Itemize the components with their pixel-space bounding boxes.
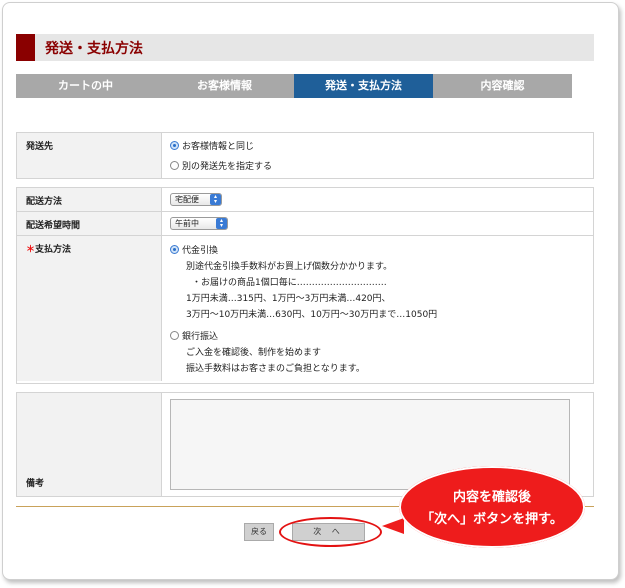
- callout-line-1: 内容を確認後: [452, 490, 531, 505]
- delivery-method-select[interactable]: 宅配便 ▴ ▾: [170, 193, 222, 206]
- payment-method-label: ＊支払方法: [17, 236, 162, 381]
- instruction-callout: 内容を確認後 「次へ」ボタンを押す。: [399, 466, 585, 548]
- cod-note-4: 3万円～10万円未満…630円、10万円～30万円まで…1050円: [186, 310, 438, 320]
- required-mark: ＊: [26, 245, 36, 255]
- option-same-as-customer[interactable]: お客様情報と同じ: [170, 139, 593, 159]
- step-shipping-payment: 発送・支払方法: [294, 74, 433, 98]
- bank-note-1: ご入金を確認後、制作を始めます: [186, 348, 322, 358]
- radio-bank-transfer[interactable]: [170, 331, 179, 340]
- payment-method-label-text: 支払方法: [35, 245, 72, 255]
- delivery-method-row: 配送方法 宅配便 ▴ ▾: [17, 188, 593, 212]
- option-other-address-label: 別の発送先を指定する: [182, 162, 273, 172]
- payment-bank-label: 銀行振込: [182, 332, 219, 342]
- step-confirm: 内容確認: [433, 74, 572, 98]
- radio-other-address[interactable]: [170, 161, 179, 170]
- callout-line-2: 「次へ」ボタンを押す。: [421, 512, 563, 527]
- delivery-time-label: 配送希望時間: [17, 212, 162, 235]
- back-button[interactable]: 戻る: [244, 523, 274, 541]
- checkout-steps: カートの中 お客様情報 発送・支払方法 内容確認: [16, 74, 572, 98]
- delivery-time-select[interactable]: 午前中 ▴ ▾: [170, 217, 228, 230]
- cod-note-2: ・お届けの商品1個口毎に…………………………: [192, 278, 387, 288]
- remarks-label: 備考: [17, 393, 162, 496]
- payment-cod-option[interactable]: 代金引換: [170, 243, 593, 259]
- title-marker: [16, 34, 35, 61]
- delivery-payment-section: 配送方法 宅配便 ▴ ▾ 配送希望時間 午前中 ▴ ▾ ＊支払方法 代金引換 別途代…: [16, 187, 594, 384]
- delivery-time-value: 午前中: [175, 219, 199, 228]
- payment-bank-option[interactable]: 銀行振込: [170, 329, 593, 345]
- cod-note-3: 1万円未満…315円、1万円～3万円未満…420円、: [186, 294, 391, 304]
- option-other-address[interactable]: 別の発送先を指定する: [170, 159, 593, 172]
- shipping-destination-row: 発送先 お客様情報と同じ 別の発送先を指定する: [17, 133, 593, 178]
- shipping-destination-label: 発送先: [17, 133, 162, 178]
- payment-method-row: ＊支払方法 代金引換 別途代金引換手数料がお買上げ個数分かかります。 ・お届けの…: [17, 236, 593, 381]
- next-button-highlight-ring: [279, 517, 382, 547]
- delivery-method-label: 配送方法: [17, 188, 162, 211]
- shipping-destination-section: 発送先 お客様情報と同じ 別の発送先を指定する: [16, 132, 594, 179]
- bank-note-2: 振込手数料はお客さまのご負担となります。: [186, 364, 365, 374]
- cod-note-1: 別途代金引換手数料がお買上げ個数分かかります。: [186, 262, 393, 272]
- page-title-text: 発送・支払方法: [45, 41, 143, 57]
- radio-same-as-customer[interactable]: [170, 141, 179, 150]
- step-customer-info: お客様情報: [155, 74, 294, 98]
- payment-cod-label: 代金引換: [182, 246, 219, 256]
- option-same-as-customer-label: お客様情報と同じ: [182, 142, 255, 152]
- select-arrows-icon: ▴ ▾: [210, 194, 221, 205]
- delivery-method-value: 宅配便: [175, 195, 199, 204]
- delivery-time-row: 配送希望時間 午前中 ▴ ▾: [17, 212, 593, 236]
- page-title: 発送・支払方法: [16, 34, 594, 61]
- select-arrows-icon: ▴ ▾: [216, 218, 227, 229]
- step-cart: カートの中: [16, 74, 155, 98]
- radio-cod[interactable]: [170, 245, 179, 254]
